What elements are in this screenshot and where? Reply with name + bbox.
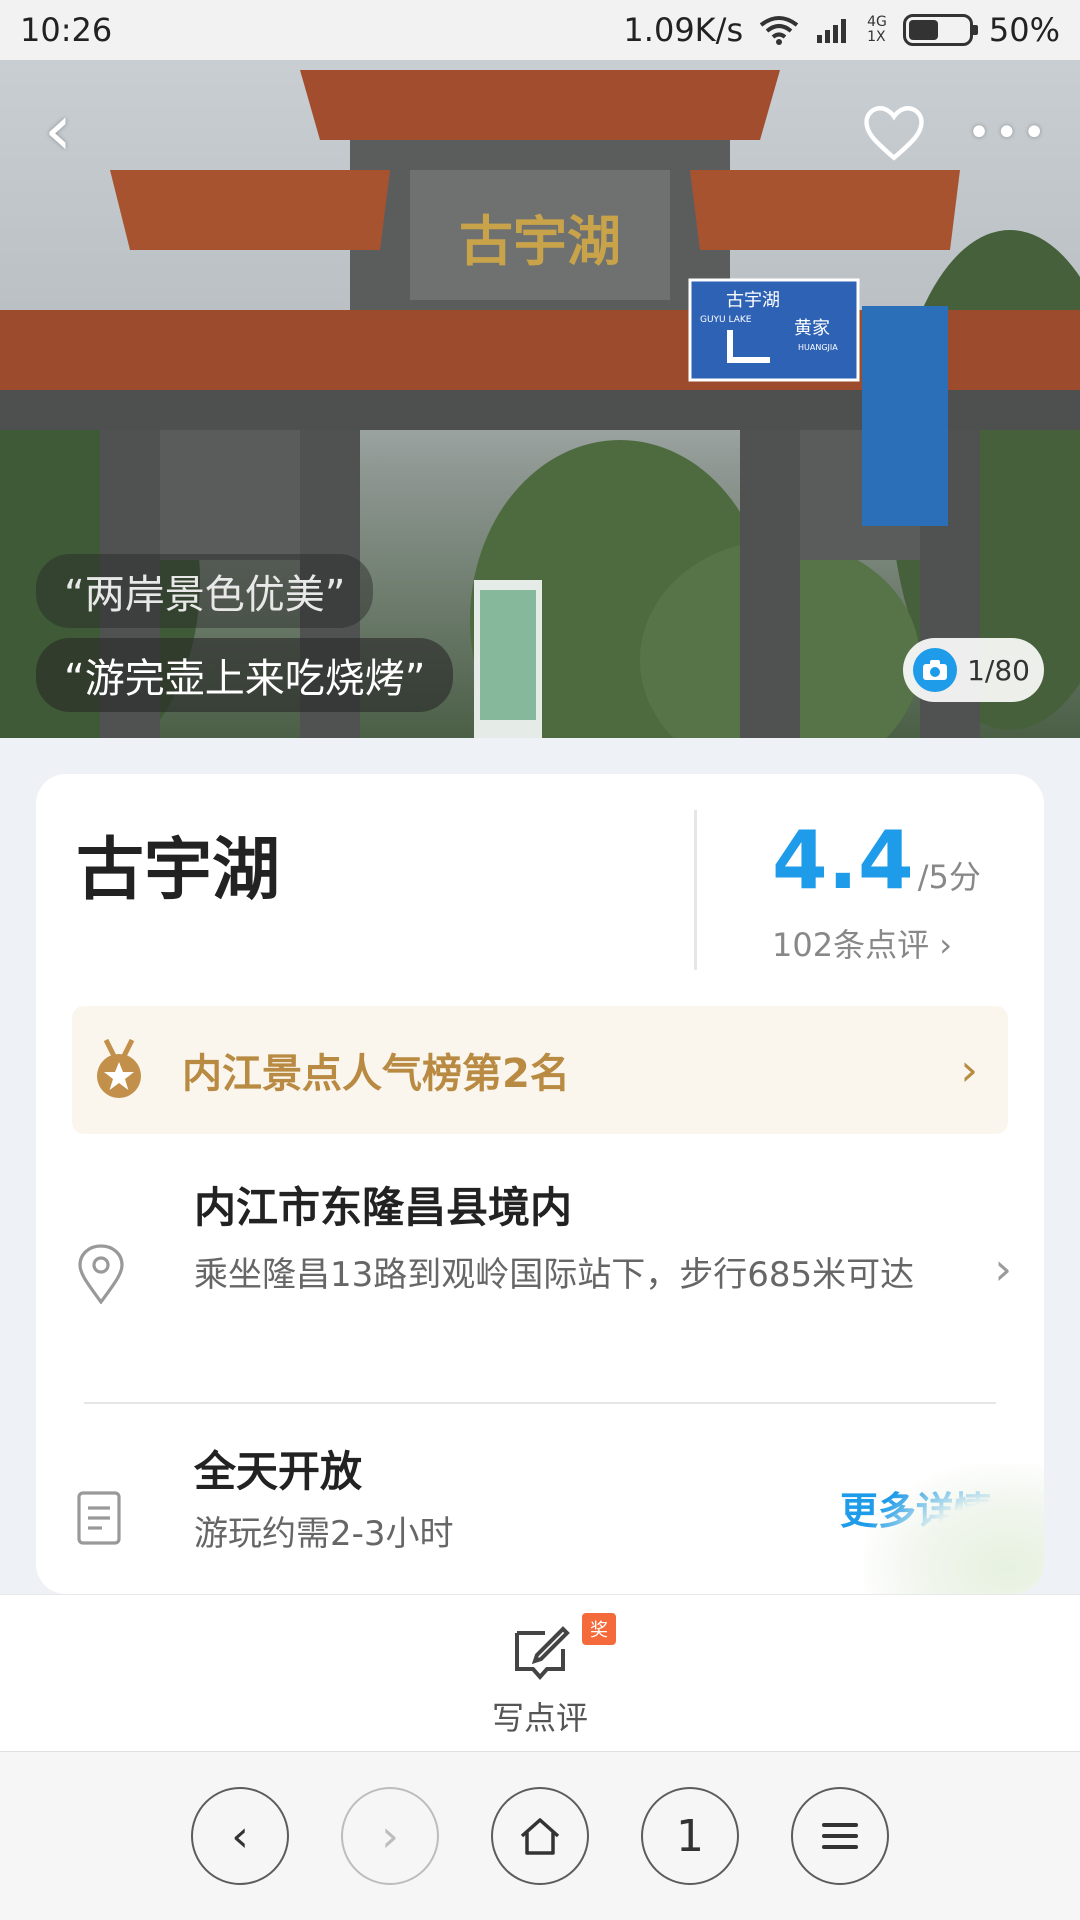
address-title: 内江市东隆昌县境内 — [194, 1183, 573, 1232]
menu-icon — [822, 1823, 858, 1849]
road-sign-dest-sub: HUANGJIA — [798, 343, 838, 352]
camera-icon — [913, 648, 958, 692]
forward-button[interactable]: › — [341, 1787, 439, 1885]
hero-actions: ••• — [861, 100, 1050, 166]
road-sign-dest: 黄家 — [794, 318, 830, 339]
hours-title: 全天开放 — [194, 1447, 363, 1496]
review-quote: “两岸景色优美” — [36, 554, 374, 628]
medal-icon — [97, 1038, 141, 1098]
map-decoration — [864, 1464, 1044, 1594]
document-icon — [77, 1491, 121, 1545]
hero-photo[interactable]: 古宇湖 古宇湖 GUYU LAKE 黄家 HUANGJIA ‹ ••• “两岸景… — [0, 60, 1080, 738]
poi-info-card: 古宇湖 4.4 /5分 102条点评 › 内江景点人气榜第2名 › 内江市东隆昌… — [36, 774, 1044, 1594]
status-time: 10:26 — [20, 11, 113, 49]
address-directions: 乘坐隆昌13路到观岭国际站下，步行685米可达 — [194, 1255, 915, 1295]
edit-icon — [515, 1626, 570, 1681]
chevron-right-icon: › — [381, 1810, 399, 1862]
review-quote: “游完壶上来吃烧烤” — [36, 638, 454, 712]
network-type-top: 4G — [867, 14, 887, 30]
review-count-link[interactable]: 102条点评 › — [772, 920, 952, 966]
network-type-bottom: 1X — [867, 29, 886, 45]
signal-icon — [817, 19, 847, 43]
wifi-icon — [759, 16, 799, 45]
heart-icon[interactable] — [861, 100, 927, 166]
menu-button[interactable] — [791, 1787, 889, 1885]
home-button[interactable] — [491, 1787, 589, 1885]
score-value: 4.4 — [772, 814, 914, 907]
divider — [84, 1402, 996, 1404]
write-review-label: 写点评 — [491, 1699, 588, 1737]
battery-icon — [902, 14, 978, 46]
chevron-left-icon: ‹ — [231, 1810, 249, 1862]
browser-nav-bar: ‹ › 1 — [0, 1752, 1080, 1920]
road-sign-sub: GUYU LAKE — [700, 315, 752, 325]
chevron-right-icon: › — [960, 1044, 978, 1096]
net-speed: 1.09K/s — [623, 11, 744, 49]
photo-count-text: 1/80 — [967, 653, 1030, 687]
battery-percent: 50% — [988, 11, 1060, 49]
page-title: 古宇湖 — [76, 831, 281, 910]
status-indicators: 1.09K/s 4G 1X 50% — [623, 11, 1060, 49]
status-bar: 10:26 1.09K/s 4G 1X 50% — [0, 0, 1080, 60]
home-icon — [520, 1818, 560, 1855]
back-button[interactable]: ‹ — [191, 1787, 289, 1885]
write-review-bar: 写点评 奖 — [0, 1594, 1080, 1752]
tabs-count: 1 — [676, 1810, 704, 1862]
more-icon[interactable]: ••• — [967, 110, 1050, 156]
address-row[interactable]: 内江市东隆昌县境内 乘坐隆昌13路到观岭国际站下，步行685米可达 › — [76, 1174, 1012, 1380]
photo-counter[interactable]: 1/80 — [903, 638, 1044, 702]
visit-duration: 游玩约需2-3小时 — [194, 1514, 454, 1554]
location-pin-icon — [78, 1244, 124, 1304]
tabs-button[interactable]: 1 — [641, 1787, 739, 1885]
score-scale: /5分 — [917, 858, 981, 896]
gate-sign-text: 古宇湖 — [459, 210, 621, 273]
rating-score[interactable]: 4.4 /5分 — [772, 814, 981, 907]
network-type: 4G 1X — [867, 15, 887, 45]
write-review-button[interactable]: 写点评 奖 — [470, 1613, 616, 1741]
road-sign-title: 古宇湖 — [726, 290, 780, 311]
chevron-right-icon: › — [994, 1244, 1012, 1295]
divider — [694, 810, 697, 970]
reward-badge: 奖 — [582, 1613, 616, 1645]
rank-text: 内江景点人气榜第2名 — [182, 1051, 570, 1097]
back-arrow-icon[interactable]: ‹ — [44, 95, 104, 170]
rank-banner[interactable]: 内江景点人气榜第2名 › — [72, 1006, 1008, 1134]
